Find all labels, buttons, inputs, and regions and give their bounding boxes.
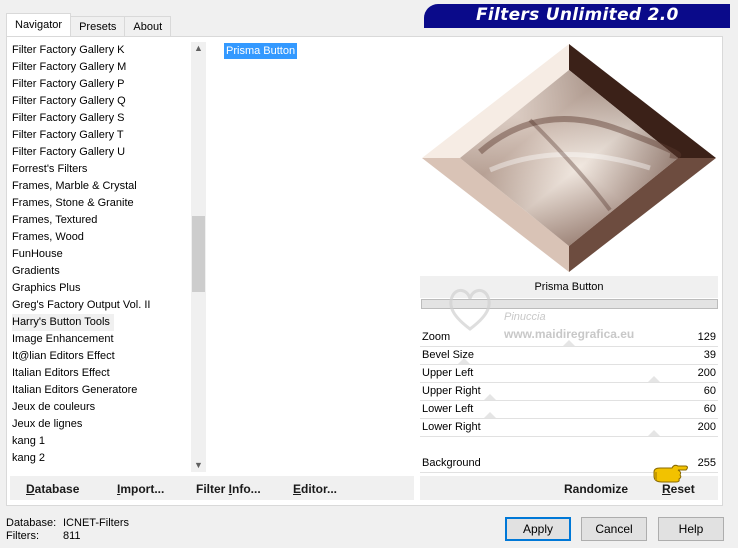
database-status-value: ICNET-Filters (63, 517, 129, 529)
filters-status-label: Filters: (6, 530, 39, 542)
category-item[interactable]: Italian Editors Effect (12, 365, 110, 382)
label-rest: ditor... (301, 482, 338, 496)
category-item[interactable]: Greg's Factory Output Vol. II (12, 297, 150, 314)
category-item[interactable]: Jeux de lignes (12, 416, 82, 433)
category-item[interactable]: Filter Factory Gallery P (12, 76, 124, 93)
database-button[interactable]: Database (26, 482, 79, 496)
status-area: Database: ICNET-Filters Filters: 811 (6, 517, 129, 543)
help-button[interactable]: Help (658, 517, 724, 541)
category-item[interactable]: FunHouse (12, 246, 63, 263)
scroll-thumb[interactable] (192, 216, 205, 292)
mnemonic: D (26, 482, 35, 496)
database-status-label: Database: (6, 517, 57, 529)
category-item[interactable]: Filter Factory Gallery T (12, 127, 124, 144)
category-list[interactable]: Filter Factory Gallery K Filter Factory G… (10, 42, 206, 472)
control-value: 60 (703, 403, 716, 415)
tab-about[interactable]: About (124, 16, 172, 36)
control-zoom[interactable]: Zoom 129 (418, 329, 720, 347)
control-label: Zoom (422, 331, 451, 343)
cancel-button[interactable]: Cancel (581, 517, 647, 541)
watermark-logo-icon (449, 289, 491, 331)
control-label: Lower Right (422, 421, 481, 433)
category-item[interactable]: Forrest's Filters (12, 161, 87, 178)
filter-list[interactable]: Prisma Button (214, 42, 414, 472)
category-item[interactable]: kang 2 (12, 450, 45, 467)
slider-knob[interactable] (458, 358, 470, 364)
category-item[interactable]: Harry's Button Tools (12, 314, 114, 331)
label-pre: Filter (196, 482, 229, 496)
category-item[interactable]: Filter Factory Gallery M (12, 59, 126, 76)
label-rest: atabase (34, 482, 80, 496)
category-item[interactable]: Frames, Textured (12, 212, 97, 229)
control-label: Background (422, 457, 481, 469)
scroll-down-icon[interactable]: ▼ (194, 461, 203, 470)
watermark-name: Pinuccia (504, 311, 546, 323)
slider-knob[interactable] (484, 412, 496, 418)
slider-knob[interactable] (484, 394, 496, 400)
slider-knob[interactable] (648, 376, 660, 382)
slider-knob[interactable] (563, 340, 575, 346)
tab-bar: Navigator Presets About (6, 13, 172, 36)
category-item[interactable]: Frames, Stone & Granite (12, 195, 134, 212)
control-value: 255 (697, 457, 716, 469)
category-item[interactable]: kang 1 (12, 433, 45, 450)
filter-item-selected[interactable]: Prisma Button (224, 43, 298, 59)
category-scrollbar[interactable]: ▲ ▼ (191, 42, 206, 472)
slider-knob[interactable] (648, 430, 660, 436)
pointing-hand-icon (653, 464, 688, 483)
control-lower-right[interactable]: Lower Right 200 (418, 419, 720, 437)
control-value: 200 (697, 367, 716, 379)
control-upper-left[interactable]: Upper Left 200 (418, 365, 720, 383)
category-item[interactable]: Image Enhancement (12, 331, 114, 348)
category-item[interactable]: Filter Factory Gallery K (12, 42, 124, 59)
control-label: Lower Left (422, 403, 474, 415)
navigator-toolbar: Database Import... Filter Info... Editor… (10, 476, 414, 500)
slider-track (420, 436, 718, 437)
category-item[interactable]: Jeux de couleurs (12, 399, 95, 416)
control-upper-right[interactable]: Upper Right 60 (418, 383, 720, 401)
control-bevel-size[interactable]: Bevel Size 39 (418, 347, 720, 365)
category-item[interactable]: Frames, Wood (12, 229, 84, 246)
tab-navigator[interactable]: Navigator (6, 13, 72, 36)
category-item[interactable]: Gradients (12, 263, 60, 280)
filters-status-value: 811 (63, 530, 81, 542)
category-item[interactable]: It@lian Editors Effect (12, 348, 115, 365)
mnemonic: E (293, 482, 302, 496)
category-item[interactable]: Graphics Plus (12, 280, 80, 297)
control-value: 129 (697, 331, 716, 343)
control-value: 200 (697, 421, 716, 433)
banner-title: Filters Unlimited 2.0 (476, 5, 679, 25)
category-item[interactable]: Frames, Marble & Crystal (12, 178, 137, 195)
tab-presets[interactable]: Presets (70, 16, 126, 36)
category-item[interactable]: Filter Factory Gallery S (12, 110, 124, 127)
filter-controls: Zoom 129 Bevel Size 39 Upper Left 200 Up… (418, 329, 720, 474)
label-rest: nfo... (232, 482, 261, 496)
control-value: 39 (703, 349, 716, 361)
label-rest: mport... (120, 482, 165, 496)
randomize-button[interactable]: Randomize (564, 482, 628, 496)
editor-button[interactable]: Editor... (293, 482, 337, 496)
apply-button[interactable]: Apply (505, 517, 571, 541)
control-label: Upper Left (422, 367, 474, 379)
filter-info-button[interactable]: Filter Info... (196, 482, 261, 496)
category-item[interactable]: Filter Factory Gallery U (12, 144, 125, 161)
import-button[interactable]: Import... (117, 482, 164, 496)
preview-image (422, 44, 716, 272)
control-lower-left[interactable]: Lower Left 60 (418, 401, 720, 419)
category-item[interactable]: Filter Factory Gallery Q (12, 93, 126, 110)
preview-area (420, 40, 718, 274)
control-value: 60 (703, 385, 716, 397)
control-label: Upper Right (422, 385, 481, 397)
category-item[interactable]: Italian Editors Generatore (12, 382, 137, 399)
scroll-up-icon[interactable]: ▲ (194, 44, 203, 53)
